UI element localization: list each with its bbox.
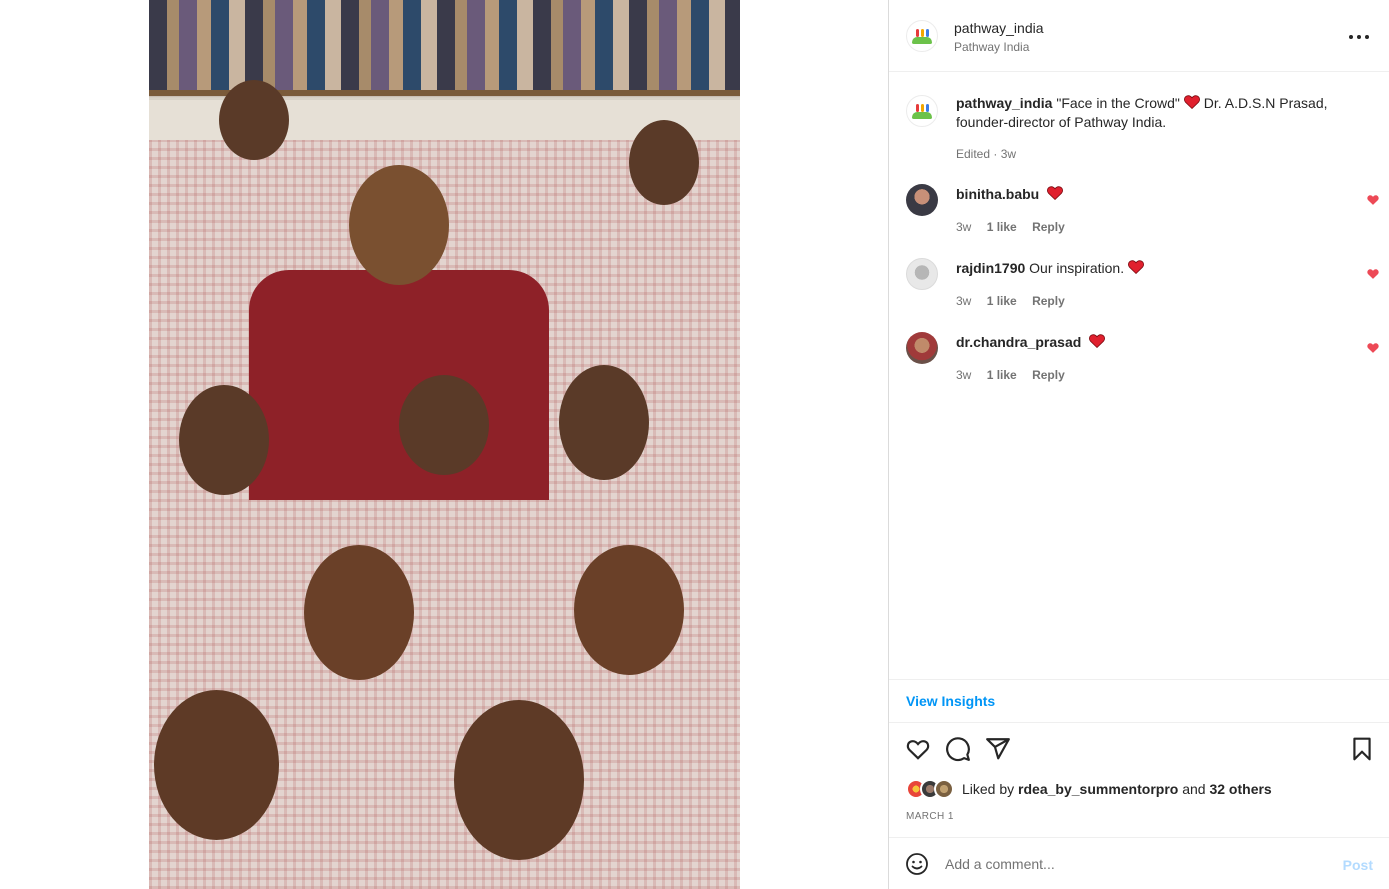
comment-age: 3w [956, 220, 972, 234]
caption-avatar[interactable] [906, 95, 938, 127]
comment-age: 3w [956, 294, 972, 308]
post-caption: pathway_india "Face in the Crowd" Dr. A.… [956, 94, 1376, 132]
comment-reply-button[interactable]: Reply [1032, 368, 1065, 382]
comment-heart-icon[interactable] [1367, 194, 1379, 206]
comment-reply-button[interactable]: Reply [1032, 220, 1065, 234]
send-paper-plane-icon[interactable] [985, 736, 1011, 762]
heart-emoji-icon [1183, 95, 1200, 109]
heart-emoji-icon [1128, 260, 1145, 274]
post-date[interactable]: MARCH 1 [906, 811, 954, 822]
comment-item: dr.chandra_prasad [956, 334, 1106, 350]
post-comment-button[interactable]: Post [1343, 857, 1373, 873]
comment-meta: 3w 1 like Reply [956, 220, 1077, 234]
header-username[interactable]: pathway_india [954, 20, 1044, 36]
comment-likes[interactable]: 1 like [987, 294, 1017, 308]
view-insights-link[interactable]: View Insights [906, 693, 995, 709]
photo-man-red-shirt [249, 270, 549, 500]
heart-emoji-icon [1089, 334, 1106, 348]
pathway-logo-avatar[interactable] [906, 20, 938, 52]
bookmark-icon[interactable] [1349, 736, 1375, 762]
comment-text: Our inspiration. [1029, 260, 1125, 276]
add-comment-bar: Post [889, 837, 1389, 889]
liked-by-others[interactable]: 32 others [1209, 781, 1271, 797]
comment-bubble-icon[interactable] [945, 736, 971, 762]
comment-meta: 3w 1 like Reply [956, 368, 1077, 382]
liked-by-prefix: Liked by [962, 781, 1019, 797]
comment-reply-button[interactable]: Reply [1032, 294, 1065, 308]
liked-by-user[interactable]: rdea_by_summentorpro [1018, 781, 1178, 797]
user-avatar-icon[interactable] [906, 184, 938, 216]
post-actions: Liked by rdea_by_summentorpro and 32 oth… [889, 723, 1389, 837]
photo-face [349, 165, 449, 285]
comments-list: pathway_india "Face in the Crowd" Dr. A.… [889, 72, 1389, 679]
photo-face [154, 690, 279, 840]
caption-meta: Edited · 3w [956, 147, 1017, 161]
heart-icon[interactable] [905, 736, 931, 762]
comment-username[interactable]: binitha.babu [956, 186, 1039, 202]
liked-by-middle: and [1178, 781, 1210, 797]
liker-avatar-icon[interactable] [934, 779, 954, 799]
comment-username[interactable]: rajdin1790 [956, 260, 1025, 276]
caption-text-quote: "Face in the Crowd" [1056, 95, 1180, 111]
header-display-name[interactable]: Pathway India [954, 40, 1029, 54]
photo-face [574, 545, 684, 675]
photo-face [399, 375, 489, 475]
comment-username[interactable]: dr.chandra_prasad [956, 334, 1081, 350]
comment-heart-icon[interactable] [1367, 342, 1379, 354]
comment-heart-icon[interactable] [1367, 268, 1379, 280]
heart-emoji-icon [1047, 186, 1064, 200]
liked-by-text: Liked by rdea_by_summentorpro and 32 oth… [962, 781, 1272, 797]
user-avatar-icon[interactable] [906, 332, 938, 364]
comment-item: binitha.babu [956, 186, 1064, 202]
insights-bar: View Insights [889, 679, 1389, 723]
comment-likes[interactable]: 1 like [987, 368, 1017, 382]
smiley-icon[interactable] [905, 852, 929, 876]
photo-face [454, 700, 584, 860]
photo-face [629, 120, 699, 205]
photo-face [219, 80, 289, 160]
caption-username[interactable]: pathway_india [956, 95, 1052, 111]
post-side-panel: pathway_india Pathway India pathway_indi… [889, 0, 1389, 889]
post-media-area [0, 0, 889, 889]
post-header: pathway_india Pathway India [889, 0, 1389, 72]
photo-face [304, 545, 414, 680]
photo-wall-frames [149, 0, 740, 96]
comment-meta: 3w 1 like Reply [956, 294, 1077, 308]
comment-likes[interactable]: 1 like [987, 220, 1017, 234]
user-avatar-icon[interactable] [906, 258, 938, 290]
add-comment-input[interactable] [945, 852, 1315, 876]
liked-by-row: Liked by rdea_by_summentorpro and 32 oth… [906, 779, 1386, 799]
comment-item: rajdin1790 Our inspiration. [956, 260, 1145, 276]
post-photo[interactable] [149, 0, 740, 889]
comment-age: 3w [956, 368, 972, 382]
photo-face [559, 365, 649, 480]
photo-face [179, 385, 269, 495]
more-options-icon[interactable] [1349, 27, 1369, 47]
